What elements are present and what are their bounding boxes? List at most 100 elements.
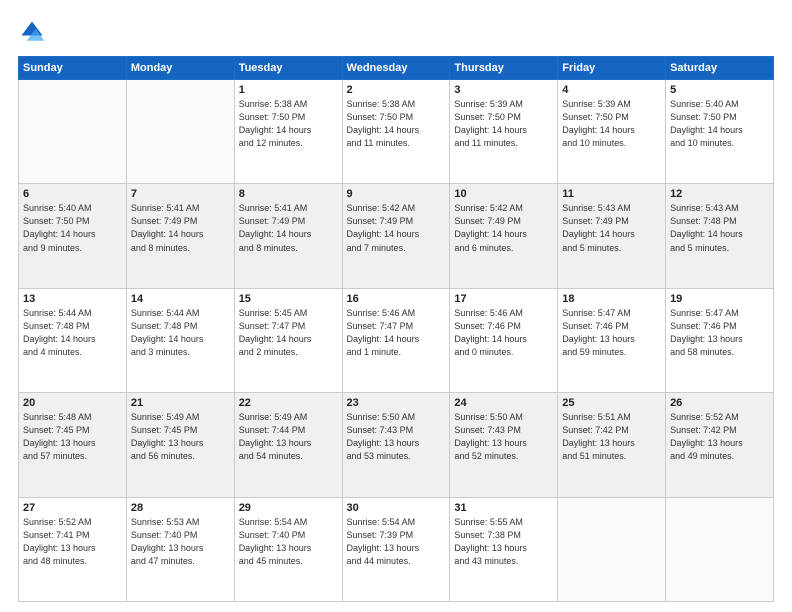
- calendar-week-row: 27Sunrise: 5:52 AM Sunset: 7:41 PM Dayli…: [19, 497, 774, 601]
- day-info: Sunrise: 5:43 AM Sunset: 7:49 PM Dayligh…: [562, 202, 661, 254]
- calendar-day-cell: 27Sunrise: 5:52 AM Sunset: 7:41 PM Dayli…: [19, 497, 127, 601]
- calendar-day-cell: 20 Sunrise: 5:48 AM Sunset: 7:45 PM Dayli…: [19, 393, 127, 497]
- day-info: Sunrise: 5:46 AM Sunset: 7:46 PM Dayligh…: [454, 307, 553, 359]
- day-info: Sunrise: 5:39 AM Sunset: 7:50 PM Dayligh…: [454, 98, 553, 150]
- day-info: Sunrise: 5:40 AM Sunset: 7:50 PM Dayligh…: [23, 202, 122, 254]
- day-info: Sunrise: 5:42 AM Sunset: 7:49 PM Dayligh…: [454, 202, 553, 254]
- day-number: 28: [131, 502, 230, 514]
- day-info: Sunrise: 5:44 AM Sunset: 7:48 PM Dayligh…: [131, 307, 230, 359]
- calendar-week-row: 6Sunrise: 5:40 AM Sunset: 7:50 PM Daylig…: [19, 184, 774, 288]
- calendar-day-cell: 31 Sunrise: 5:55 AM Sunset: 7:38 PM Dayli…: [450, 497, 558, 601]
- day-info: Sunrise: 5:46 AM Sunset: 7:47 PM Dayligh…: [347, 307, 446, 359]
- day-number: 22: [239, 397, 338, 409]
- day-info: Sunrise: 5:47 AM Sunset: 7:46 PM Dayligh…: [670, 307, 769, 359]
- calendar-day-cell: 2 Sunrise: 5:38 AM Sunset: 7:50 PM Daylig…: [342, 80, 450, 184]
- calendar-day-cell: 5 Sunrise: 5:40 AM Sunset: 7:50 PM Daylig…: [666, 80, 774, 184]
- day-number: 26: [670, 397, 769, 409]
- day-number: 3: [454, 84, 553, 96]
- calendar-day-cell: 30 Sunrise: 5:54 AM Sunset: 7:39 PM Dayli…: [342, 497, 450, 601]
- day-number: 15: [239, 293, 338, 305]
- day-number: 23: [347, 397, 446, 409]
- day-number: 10: [454, 188, 553, 200]
- logo: [18, 18, 50, 46]
- calendar-day-cell: 4 Sunrise: 5:39 AM Sunset: 7:50 PM Daylig…: [558, 80, 666, 184]
- day-number: 19: [670, 293, 769, 305]
- day-number: 14: [131, 293, 230, 305]
- calendar-day-cell: 10 Sunrise: 5:42 AM Sunset: 7:49 PM Dayli…: [450, 184, 558, 288]
- day-info: Sunrise: 5:43 AM Sunset: 7:48 PM Dayligh…: [670, 202, 769, 254]
- day-info: Sunrise: 5:54 AM Sunset: 7:39 PM Dayligh…: [347, 516, 446, 568]
- day-info: Sunrise: 5:53 AM Sunset: 7:40 PM Dayligh…: [131, 516, 230, 568]
- day-number: 30: [347, 502, 446, 514]
- day-number: 24: [454, 397, 553, 409]
- calendar-day-cell: 18 Sunrise: 5:47 AM Sunset: 7:46 PM Dayli…: [558, 288, 666, 392]
- calendar-day-cell: 25Sunrise: 5:51 AM Sunset: 7:42 PM Dayli…: [558, 393, 666, 497]
- day-number: 20: [23, 397, 122, 409]
- day-number: 2: [347, 84, 446, 96]
- calendar-day-cell: 7Sunrise: 5:41 AM Sunset: 7:49 PM Daylig…: [126, 184, 234, 288]
- calendar-day-cell: [126, 80, 234, 184]
- calendar-day-cell: [666, 497, 774, 601]
- day-info: Sunrise: 5:51 AM Sunset: 7:42 PM Dayligh…: [562, 411, 661, 463]
- calendar-day-cell: 3 Sunrise: 5:39 AM Sunset: 7:50 PM Daylig…: [450, 80, 558, 184]
- day-number: 4: [562, 84, 661, 96]
- day-number: 21: [131, 397, 230, 409]
- day-info: Sunrise: 5:49 AM Sunset: 7:45 PM Dayligh…: [131, 411, 230, 463]
- day-info: Sunrise: 5:44 AM Sunset: 7:48 PM Dayligh…: [23, 307, 122, 359]
- day-info: Sunrise: 5:42 AM Sunset: 7:49 PM Dayligh…: [347, 202, 446, 254]
- day-number: 31: [454, 502, 553, 514]
- day-info: Sunrise: 5:54 AM Sunset: 7:40 PM Dayligh…: [239, 516, 338, 568]
- calendar-day-cell: 6Sunrise: 5:40 AM Sunset: 7:50 PM Daylig…: [19, 184, 127, 288]
- calendar-day-header: Friday: [558, 57, 666, 80]
- day-info: Sunrise: 5:55 AM Sunset: 7:38 PM Dayligh…: [454, 516, 553, 568]
- calendar-day-header: Saturday: [666, 57, 774, 80]
- calendar-day-cell: 28 Sunrise: 5:53 AM Sunset: 7:40 PM Dayli…: [126, 497, 234, 601]
- day-number: 7: [131, 188, 230, 200]
- day-number: 12: [670, 188, 769, 200]
- calendar-day-cell: 24Sunrise: 5:50 AM Sunset: 7:43 PM Dayli…: [450, 393, 558, 497]
- calendar-day-header: Sunday: [19, 57, 127, 80]
- calendar-day-cell: 21 Sunrise: 5:49 AM Sunset: 7:45 PM Dayli…: [126, 393, 234, 497]
- calendar-day-cell: 1Sunrise: 5:38 AM Sunset: 7:50 PM Daylig…: [234, 80, 342, 184]
- calendar-day-cell: [558, 497, 666, 601]
- day-number: 29: [239, 502, 338, 514]
- calendar-week-row: 20 Sunrise: 5:48 AM Sunset: 7:45 PM Dayli…: [19, 393, 774, 497]
- day-number: 1: [239, 84, 338, 96]
- calendar-day-cell: 17 Sunrise: 5:46 AM Sunset: 7:46 PM Dayli…: [450, 288, 558, 392]
- calendar-day-header: Monday: [126, 57, 234, 80]
- day-info: Sunrise: 5:38 AM Sunset: 7:50 PM Dayligh…: [347, 98, 446, 150]
- calendar-day-cell: 8 Sunrise: 5:41 AM Sunset: 7:49 PM Daylig…: [234, 184, 342, 288]
- day-info: Sunrise: 5:40 AM Sunset: 7:50 PM Dayligh…: [670, 98, 769, 150]
- day-info: Sunrise: 5:47 AM Sunset: 7:46 PM Dayligh…: [562, 307, 661, 359]
- calendar-day-header: Tuesday: [234, 57, 342, 80]
- day-info: Sunrise: 5:52 AM Sunset: 7:42 PM Dayligh…: [670, 411, 769, 463]
- day-info: Sunrise: 5:45 AM Sunset: 7:47 PM Dayligh…: [239, 307, 338, 359]
- day-info: Sunrise: 5:39 AM Sunset: 7:50 PM Dayligh…: [562, 98, 661, 150]
- calendar-day-header: Thursday: [450, 57, 558, 80]
- calendar-day-cell: 13Sunrise: 5:44 AM Sunset: 7:48 PM Dayli…: [19, 288, 127, 392]
- day-info: Sunrise: 5:48 AM Sunset: 7:45 PM Dayligh…: [23, 411, 122, 463]
- day-number: 11: [562, 188, 661, 200]
- calendar-day-cell: 23 Sunrise: 5:50 AM Sunset: 7:43 PM Dayli…: [342, 393, 450, 497]
- calendar-day-cell: 29 Sunrise: 5:54 AM Sunset: 7:40 PM Dayli…: [234, 497, 342, 601]
- day-info: Sunrise: 5:52 AM Sunset: 7:41 PM Dayligh…: [23, 516, 122, 568]
- calendar-day-cell: 11 Sunrise: 5:43 AM Sunset: 7:49 PM Dayli…: [558, 184, 666, 288]
- header: [18, 18, 774, 46]
- page: SundayMondayTuesdayWednesdayThursdayFrid…: [0, 0, 792, 612]
- calendar-day-cell: 12 Sunrise: 5:43 AM Sunset: 7:48 PM Dayli…: [666, 184, 774, 288]
- calendar-table: SundayMondayTuesdayWednesdayThursdayFrid…: [18, 56, 774, 602]
- calendar-day-cell: 9 Sunrise: 5:42 AM Sunset: 7:49 PM Daylig…: [342, 184, 450, 288]
- logo-icon: [18, 18, 46, 46]
- day-number: 5: [670, 84, 769, 96]
- day-number: 18: [562, 293, 661, 305]
- day-number: 8: [239, 188, 338, 200]
- day-info: Sunrise: 5:50 AM Sunset: 7:43 PM Dayligh…: [347, 411, 446, 463]
- day-number: 16: [347, 293, 446, 305]
- day-info: Sunrise: 5:41 AM Sunset: 7:49 PM Dayligh…: [239, 202, 338, 254]
- calendar-day-header: Wednesday: [342, 57, 450, 80]
- day-number: 9: [347, 188, 446, 200]
- calendar-day-cell: 15 Sunrise: 5:45 AM Sunset: 7:47 PM Dayli…: [234, 288, 342, 392]
- calendar-day-cell: 22Sunrise: 5:49 AM Sunset: 7:44 PM Dayli…: [234, 393, 342, 497]
- calendar-day-cell: 19 Sunrise: 5:47 AM Sunset: 7:46 PM Dayli…: [666, 288, 774, 392]
- day-number: 17: [454, 293, 553, 305]
